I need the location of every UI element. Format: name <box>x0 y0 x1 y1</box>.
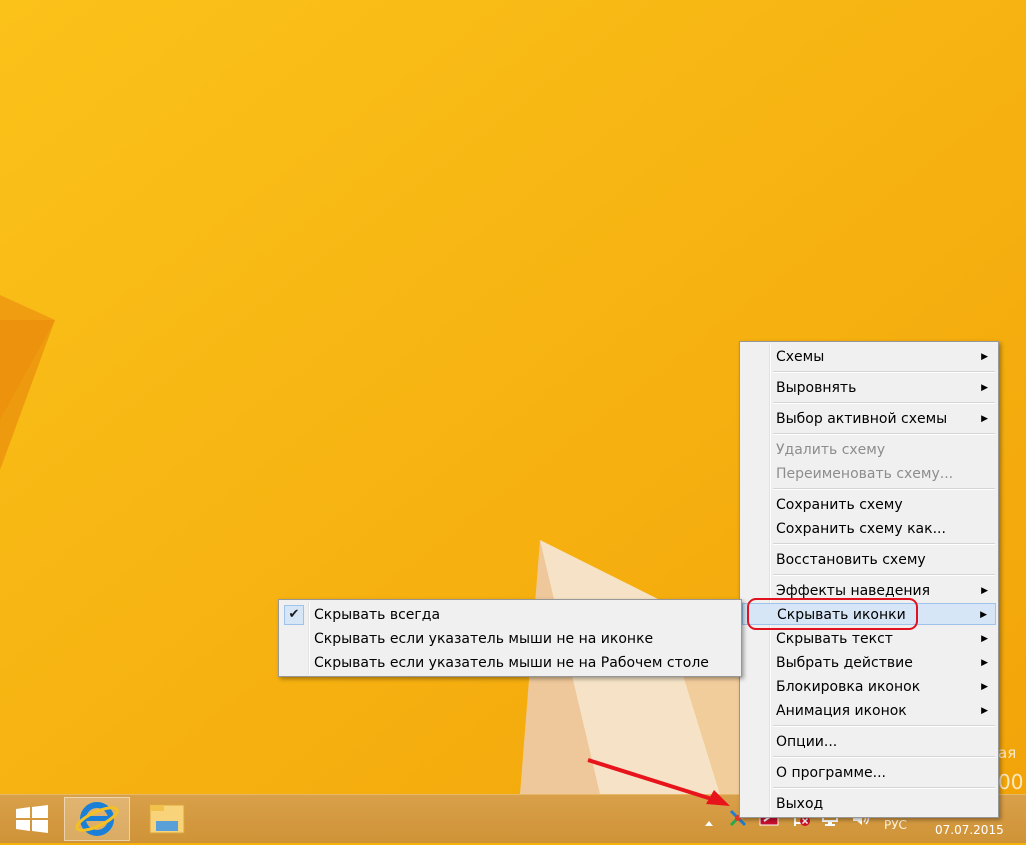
menu-separator <box>773 433 995 435</box>
menu-item-align[interactable]: Выровнять ▶ <box>742 377 996 399</box>
menu-separator <box>773 787 995 789</box>
hide-icons-submenu: ✔ Скрывать всегда Скрывать если указател… <box>278 599 742 677</box>
menu-separator <box>773 574 995 576</box>
language-indicator[interactable]: РУС <box>884 818 907 832</box>
fences-context-menu: Схемы ▶ Выровнять ▶ Выбор активной схемы ▶ … <box>739 341 999 818</box>
submenu-arrow-icon: ▶ <box>981 586 988 596</box>
menu-separator <box>773 402 995 404</box>
windows-start-icon <box>16 805 48 833</box>
submenu-arrow-icon: ▶ <box>981 658 988 668</box>
menu-item-choose-action[interactable]: Выбрать действие ▶ <box>742 652 996 674</box>
submenu-item-hide-if-not-on-icon[interactable]: Скрывать если указатель мыши не на иконк… <box>281 628 739 650</box>
menu-item-icon-animation[interactable]: Анимация иконок ▶ <box>742 700 996 722</box>
menu-separator <box>773 488 995 490</box>
submenu-arrow-icon: ▶ <box>981 383 988 393</box>
menu-item-restore-scheme[interactable]: Восстановить схему <box>742 549 996 571</box>
menu-item-hide-text[interactable]: Скрывать текст ▶ <box>742 628 996 650</box>
menu-item-select-active-scheme[interactable]: Выбор активной схемы ▶ <box>742 408 996 430</box>
menu-item-lock-icons[interactable]: Блокировка иконок ▶ <box>742 676 996 698</box>
submenu-arrow-icon: ▶ <box>980 610 987 620</box>
file-explorer-taskbar-button[interactable] <box>136 797 198 841</box>
submenu-item-hide-if-not-on-desktop[interactable]: Скрывать если указатель мыши не на Рабоч… <box>281 652 739 674</box>
desktop-partial-text: ая <box>998 744 1017 762</box>
clock-date[interactable]: 07.07.2015 <box>935 823 1004 837</box>
menu-separator <box>773 725 995 727</box>
submenu-arrow-icon: ▶ <box>981 352 988 362</box>
desktop-partial-time: 00 <box>998 770 1024 794</box>
menu-item-schemes[interactable]: Схемы ▶ <box>742 346 996 368</box>
menu-separator <box>773 371 995 373</box>
submenu-arrow-icon: ▶ <box>981 414 988 424</box>
red-annotation-arrow <box>587 758 730 806</box>
submenu-arrow-icon: ▶ <box>981 706 988 716</box>
menu-item-delete-scheme: Удалить схему <box>776 442 886 458</box>
menu-item-exit[interactable]: Выход <box>742 793 996 815</box>
menu-separator <box>773 756 995 758</box>
menu-item-save-scheme-as[interactable]: Сохранить схему как... <box>742 518 996 540</box>
file-explorer-icon <box>149 804 185 834</box>
menu-item-hide-icons[interactable]: Скрывать иконки ▶ <box>742 603 996 625</box>
submenu-item-hide-always[interactable]: ✔ Скрывать всегда <box>281 604 739 626</box>
menu-separator <box>773 543 995 545</box>
menu-item-rename-scheme: Переименовать схему... <box>776 466 954 482</box>
show-hidden-icons-chevron[interactable] <box>703 814 715 826</box>
internet-explorer-taskbar-button[interactable] <box>64 797 130 841</box>
menu-item-hover-effects[interactable]: Эффекты наведения ▶ <box>742 580 996 602</box>
internet-explorer-icon <box>75 802 119 836</box>
menu-item-about[interactable]: О программе... <box>742 762 996 784</box>
submenu-arrow-icon: ▶ <box>981 682 988 692</box>
menu-item-options[interactable]: Опции... <box>742 731 996 753</box>
submenu-arrow-icon: ▶ <box>981 634 988 644</box>
menu-item-save-scheme[interactable]: Сохранить схему <box>742 494 996 516</box>
checkmark-icon: ✔ <box>284 605 304 625</box>
start-button[interactable] <box>4 797 60 841</box>
